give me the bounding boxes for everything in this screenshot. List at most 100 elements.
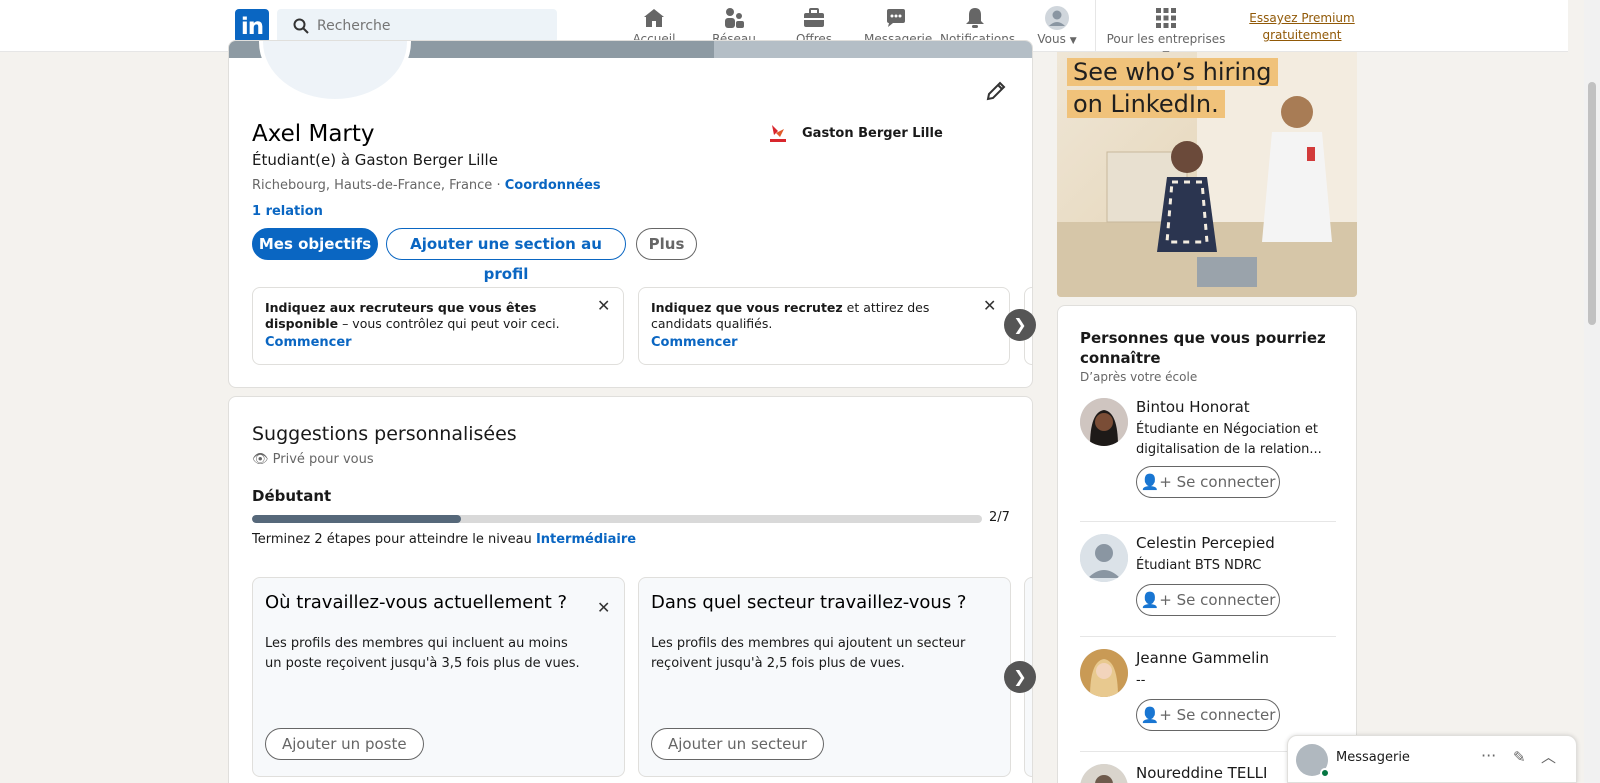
profile-headline: Étudiant(e) à Gaston Berger Lille [252, 151, 498, 169]
open-to-work-text: Indiquez aux recruteurs que vous êtes di… [265, 300, 595, 332]
goals-button[interactable]: Mes objectifs [252, 228, 378, 260]
add-person-icon: 👤+ [1140, 473, 1172, 491]
divider [1080, 636, 1336, 637]
nav-business[interactable]: Pour les entreprises ▼ [1106, 6, 1226, 60]
search-input[interactable] [317, 9, 547, 43]
premium-trial-link[interactable]: Essayez Premium gratuitement [1248, 10, 1356, 44]
avatar[interactable] [1080, 534, 1128, 582]
profile-level: Débutant [252, 487, 332, 505]
task-description: Les profils des membres qui incluent au … [265, 636, 580, 671]
online-status-icon [1320, 768, 1330, 778]
connect-button[interactable]: 👤+ Se connecter [1136, 584, 1280, 616]
connect-button[interactable]: 👤+ Se connecter [1136, 699, 1280, 731]
avatar-icon [1045, 6, 1069, 30]
private-label: Privé pour vous [272, 452, 374, 467]
edit-pencil-icon[interactable] [984, 79, 1008, 103]
task-card-position: Où travaillez-vous actuellement ? ✕ Les … [252, 577, 625, 777]
person-name[interactable]: Noureddine TELLI [1136, 764, 1267, 782]
more-options-icon[interactable]: ··· [1481, 746, 1496, 765]
avatar[interactable] [1080, 649, 1128, 697]
avatar[interactable] [1080, 398, 1128, 446]
location-text: Richebourg, Hauts-de-France, France · [252, 178, 505, 193]
nav-me-label: Vous [1037, 32, 1066, 46]
school-logo-icon [770, 125, 786, 142]
ad-banner[interactable]: See who’s hiring on LinkedIn. [1057, 52, 1357, 297]
connect-label: Se connecter [1176, 706, 1276, 724]
open-to-work-desc: – vous contrôlez qui peut voir ceci. [338, 316, 560, 331]
nav-divider [1095, 0, 1096, 52]
profile-progress-bar [252, 515, 982, 523]
ad-headline-line2: on LinkedIn. [1067, 90, 1225, 118]
close-icon[interactable]: ✕ [983, 296, 996, 315]
bell-icon [966, 8, 984, 28]
more-button[interactable]: Plus [636, 228, 697, 260]
level-hint: Terminez 2 étapes pour atteindre le nive… [252, 532, 636, 547]
person-suggestion: Jeanne Gammelin -- 👤+ Se connecter [1080, 649, 1336, 739]
chat-icon [887, 9, 905, 27]
add-person-icon: 👤+ [1140, 706, 1172, 724]
scrollbar-thumb[interactable] [1588, 82, 1596, 325]
task-card-industry: Dans quel secteur travaillez-vous ? Les … [638, 577, 1011, 777]
connect-label: Se connecter [1176, 591, 1276, 609]
add-industry-button[interactable]: Ajouter un secteur [651, 728, 825, 760]
school-name: Gaston Berger Lille [802, 126, 943, 141]
suggestions-title: Suggestions personnalisées [252, 423, 517, 445]
connect-button[interactable]: 👤+ Se connecter [1136, 466, 1280, 498]
person-headline: Étudiant BTS NDRC [1136, 558, 1262, 573]
nav-business-label: Pour les entreprises [1106, 32, 1226, 46]
personalized-suggestions-card: Suggestions personnalisées 👁 Privé pour … [228, 396, 1033, 783]
add-person-icon: 👤+ [1140, 591, 1172, 609]
search-icon [293, 18, 309, 34]
open-to-work-start-link[interactable]: Commencer [265, 335, 352, 350]
next-level-link[interactable]: Intermédiaire [536, 532, 636, 547]
add-position-button[interactable]: Ajouter un poste [265, 728, 424, 760]
network-icon [725, 8, 744, 28]
compose-icon[interactable]: ✎ [1513, 748, 1526, 766]
messaging-label: Messagerie [1336, 750, 1410, 765]
level-hint-text: Terminez 2 étapes pour atteindre le nive… [252, 532, 536, 547]
people-you-may-know-card: Personnes que vous pourriez connaître D’… [1057, 305, 1357, 783]
hiring-card: Indiquez que vous recrutez et attirez de… [638, 287, 1010, 365]
carousel-next-icon[interactable]: ❯ [1004, 309, 1036, 341]
chevron-down-icon: ▼ [1069, 36, 1077, 46]
task-title: Où travaillez-vous actuellement ? [265, 592, 568, 613]
close-icon[interactable]: ✕ [597, 598, 610, 617]
hiring-start-link[interactable]: Commencer [651, 335, 738, 350]
add-profile-section-button[interactable]: Ajouter une section au profil [386, 228, 626, 283]
person-headline: -- [1136, 673, 1146, 688]
nav-me[interactable]: Vous ▼ [1033, 6, 1081, 50]
person-headline: Étudiante en Négociation et digitalisati… [1136, 422, 1322, 457]
messaging-dock[interactable]: Messagerie ··· ✎ ︿ [1287, 735, 1577, 783]
connections-link[interactable]: 1 relation [252, 204, 323, 219]
progress-count: 2/7 [989, 510, 1010, 525]
task-description: Les profils des membres qui ajoutent un … [651, 636, 966, 671]
avatar[interactable] [1080, 764, 1128, 783]
pymk-title: Personnes que vous pourriez connaître [1080, 329, 1326, 367]
briefcase-icon [804, 8, 824, 27]
close-icon[interactable]: ✕ [597, 296, 610, 315]
grid-apps-icon [1156, 8, 1176, 28]
contact-info-link[interactable]: Coordonnées [505, 178, 601, 193]
person-suggestion: Bintou Honorat Étudiante en Négociation … [1080, 398, 1336, 508]
hiring-text: Indiquez que vous recrutez et attirez de… [651, 300, 981, 332]
person-name[interactable]: Jeanne Gammelin [1136, 649, 1269, 667]
profile-progress-fill [252, 515, 461, 523]
person-name[interactable]: Bintou Honorat [1136, 398, 1250, 416]
search-box[interactable] [277, 9, 557, 43]
person-suggestion: Celestin Percepied Étudiant BTS NDRC 👤+ … [1080, 534, 1336, 624]
hiring-bold: Indiquez que vous recrutez [651, 300, 843, 315]
profile-photo[interactable] [259, 41, 411, 103]
profile-name: Axel Marty [252, 121, 375, 147]
ad-photo [1057, 52, 1357, 297]
carousel-next-icon[interactable]: ❯ [1004, 661, 1036, 693]
pymk-subtitle: D’après votre école [1080, 370, 1198, 384]
divider [1080, 521, 1336, 522]
ad-headline-line1: See who’s hiring [1067, 58, 1278, 86]
private-indicator: 👁 Privé pour vous [252, 452, 374, 467]
chevron-up-icon[interactable]: ︿ [1541, 746, 1556, 767]
linkedin-logo[interactable]: in [235, 9, 269, 43]
person-name[interactable]: Celestin Percepied [1136, 534, 1275, 552]
task-title: Dans quel secteur travaillez-vous ? [651, 592, 967, 613]
profile-card: Axel Marty Étudiant(e) à Gaston Berger L… [228, 40, 1033, 388]
profile-location: Richebourg, Hauts-de-France, France · Co… [252, 178, 601, 193]
